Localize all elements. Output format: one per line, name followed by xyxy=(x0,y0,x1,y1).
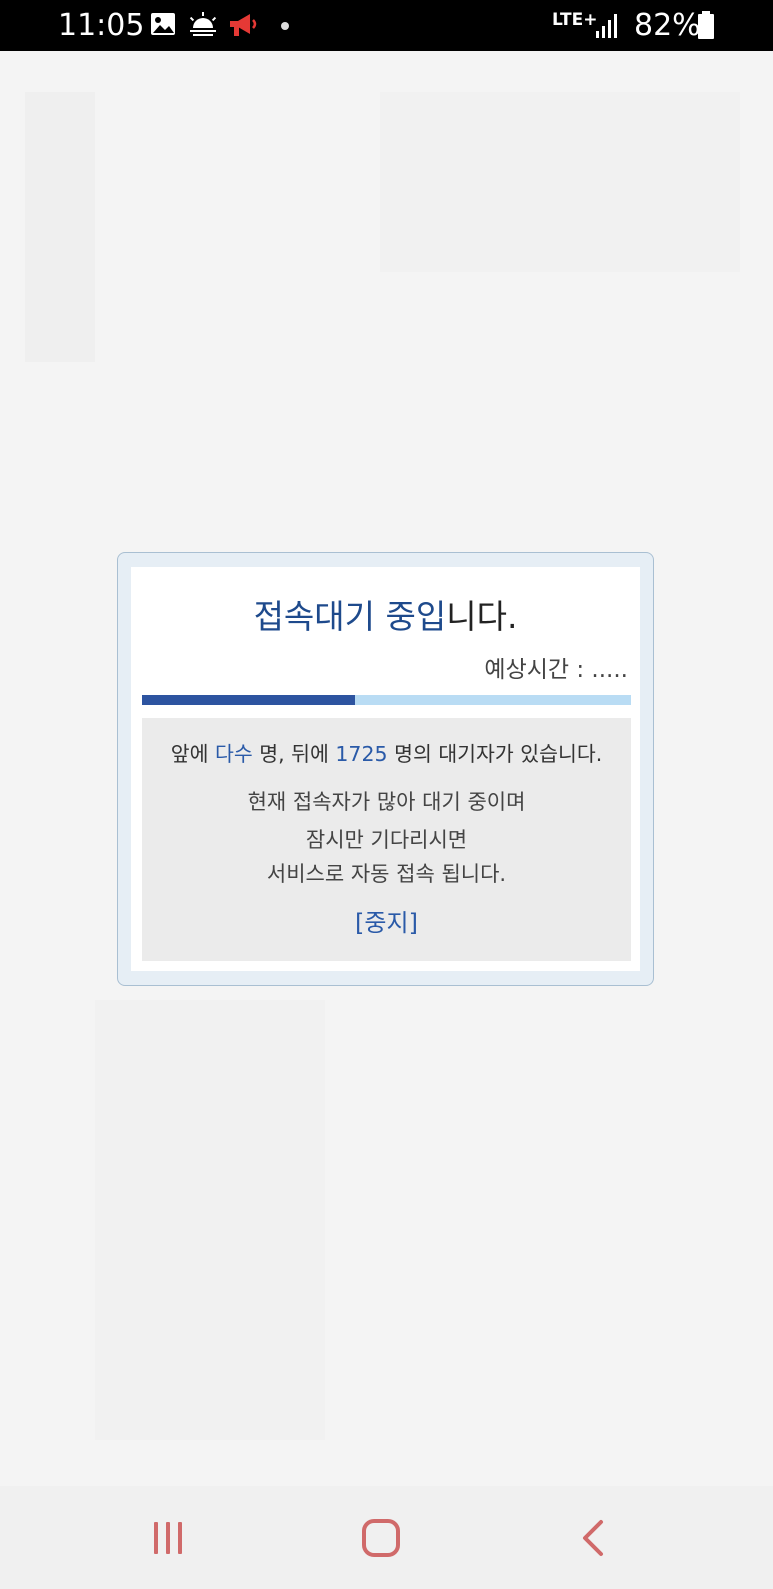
info-line: 현재 접속자가 많아 대기 중이며 xyxy=(247,790,526,814)
notification-dot-icon xyxy=(281,22,289,30)
message-box: 앞에 다수 명, 뒤에 1725 명의 대기자가 있습니다. 현재 접속자가 많… xyxy=(142,718,631,961)
background-content xyxy=(25,92,95,362)
status-bar: 11:05 LTE+ 82% xyxy=(0,0,773,51)
queue-suffix: 명의 대기자가 있습니다. xyxy=(387,742,603,766)
home-button[interactable] xyxy=(325,1486,445,1589)
queue-ahead-count: 다수 xyxy=(215,742,253,766)
megaphone-icon xyxy=(228,12,258,42)
queue-prefix: 앞에 xyxy=(170,742,215,766)
battery-percent: 82% xyxy=(634,8,701,43)
home-icon xyxy=(362,1519,400,1557)
info-line: 잠시만 기다리시면 xyxy=(305,828,468,852)
battery-icon xyxy=(697,11,715,43)
waiting-dialog: 접속대기 중입니다. 예상시간 : ..... 앞에 다수 명, 뒤에 1725… xyxy=(117,552,654,986)
progress-fill xyxy=(142,695,355,705)
navigation-bar xyxy=(0,1486,773,1589)
queue-middle: 명, 뒤에 xyxy=(252,742,336,766)
status-time: 11:05 xyxy=(58,8,145,43)
queue-behind-count: 1725 xyxy=(335,742,388,766)
info-line: 서비스로 자동 접속 됩니다. xyxy=(266,862,507,886)
back-icon xyxy=(583,1520,603,1556)
signal-icon xyxy=(595,14,619,42)
dialog-content: 접속대기 중입니다. 예상시간 : ..... 앞에 다수 명, 뒤에 1725… xyxy=(131,567,640,971)
back-button[interactable] xyxy=(545,1486,665,1589)
estimated-time: 예상시간 : ..... xyxy=(484,657,628,683)
title-highlight: 접속대기 중입 xyxy=(253,597,447,636)
title-rest: 니다. xyxy=(446,597,518,636)
recent-apps-button[interactable] xyxy=(108,1486,228,1589)
progress-bar xyxy=(142,695,631,705)
stop-button[interactable]: [중지] xyxy=(142,908,631,938)
dialog-title: 접속대기 중입니다. xyxy=(131,595,640,639)
weather-icon xyxy=(188,12,218,40)
queue-status: 앞에 다수 명, 뒤에 1725 명의 대기자가 있습니다. xyxy=(142,740,631,768)
image-icon xyxy=(150,12,176,40)
background-content xyxy=(95,1000,325,1440)
recent-apps-icon xyxy=(154,1522,182,1554)
network-type: LTE+ xyxy=(552,10,598,30)
background-content xyxy=(380,92,740,272)
